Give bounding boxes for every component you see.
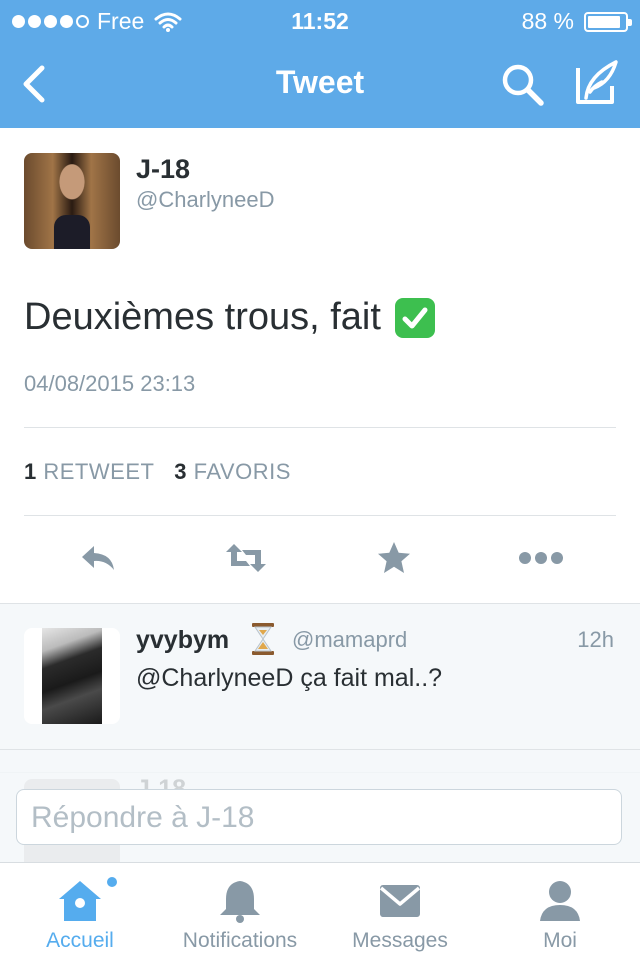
- reply-input[interactable]: Répondre à J-18: [16, 789, 622, 845]
- tweet-text: Deuxièmes trous, fait: [24, 296, 435, 339]
- favorite-count: 3: [174, 459, 188, 484]
- tab-messages[interactable]: Messages: [320, 863, 480, 961]
- author-name[interactable]: J-18: [136, 154, 190, 185]
- envelope-icon: [379, 885, 421, 917]
- favorite-stat[interactable]: 3 FAVORIS: [174, 459, 291, 484]
- tab-home-label: Accueil: [46, 929, 114, 952]
- retweet-count: 1: [24, 459, 37, 484]
- new-content-dot: [107, 877, 117, 887]
- battery-icon: [584, 11, 632, 32]
- retweet-icon[interactable]: [224, 540, 268, 576]
- tab-bar: Accueil Notifications Messages Moi: [0, 862, 640, 961]
- reply-icon[interactable]: [78, 540, 118, 576]
- tab-me-label: Moi: [543, 929, 577, 952]
- divider: [24, 515, 616, 516]
- tab-notifications[interactable]: Notifications: [160, 863, 320, 961]
- tab-messages-label: Messages: [352, 929, 448, 952]
- reply-author-handle[interactable]: @mamaprd: [292, 627, 407, 653]
- search-icon[interactable]: [498, 60, 546, 108]
- battery-percent: 88 %: [521, 8, 574, 34]
- tab-me[interactable]: Moi: [480, 863, 640, 961]
- author-avatar[interactable]: [24, 153, 120, 249]
- more-options-icon[interactable]: [518, 540, 564, 576]
- tweet-text-content: Deuxièmes trous, fait: [24, 296, 381, 338]
- retweet-stat[interactable]: 1 RETWEET: [24, 459, 154, 484]
- check-mark-icon: [394, 297, 435, 338]
- home-icon: [59, 881, 101, 921]
- status-bar: Free 11:52 88 %: [0, 0, 640, 40]
- nav-bar: Tweet: [0, 40, 640, 128]
- reply-timestamp: 12h: [577, 627, 614, 652]
- favorite-label: FAVORIS: [193, 459, 291, 484]
- divider: [24, 427, 616, 428]
- tab-notifications-label: Notifications: [182, 929, 298, 952]
- tab-home[interactable]: Accueil: [0, 863, 160, 961]
- top-bar: Free 11:52 88 % Tweet: [0, 0, 640, 128]
- battery-info: 88 %: [521, 8, 632, 35]
- favorite-star-icon[interactable]: [374, 540, 414, 576]
- bell-icon: [220, 881, 260, 923]
- reply-author-name[interactable]: yvybym: [136, 626, 229, 655]
- tweet-timestamp: 04/08/2015 23:13: [24, 371, 196, 396]
- reply-avatar[interactable]: [24, 628, 120, 724]
- person-icon: [540, 881, 580, 921]
- author-handle[interactable]: @CharlyneeD: [136, 187, 275, 213]
- reply-text: @CharlyneeD ça fait mal..?: [136, 664, 443, 692]
- tweet-stats: 1 RETWEET 3 FAVORIS: [24, 459, 291, 485]
- retweet-label: RETWEET: [43, 459, 155, 484]
- compose-tweet-icon[interactable]: [572, 58, 620, 108]
- hourglass-icon: [252, 623, 274, 655]
